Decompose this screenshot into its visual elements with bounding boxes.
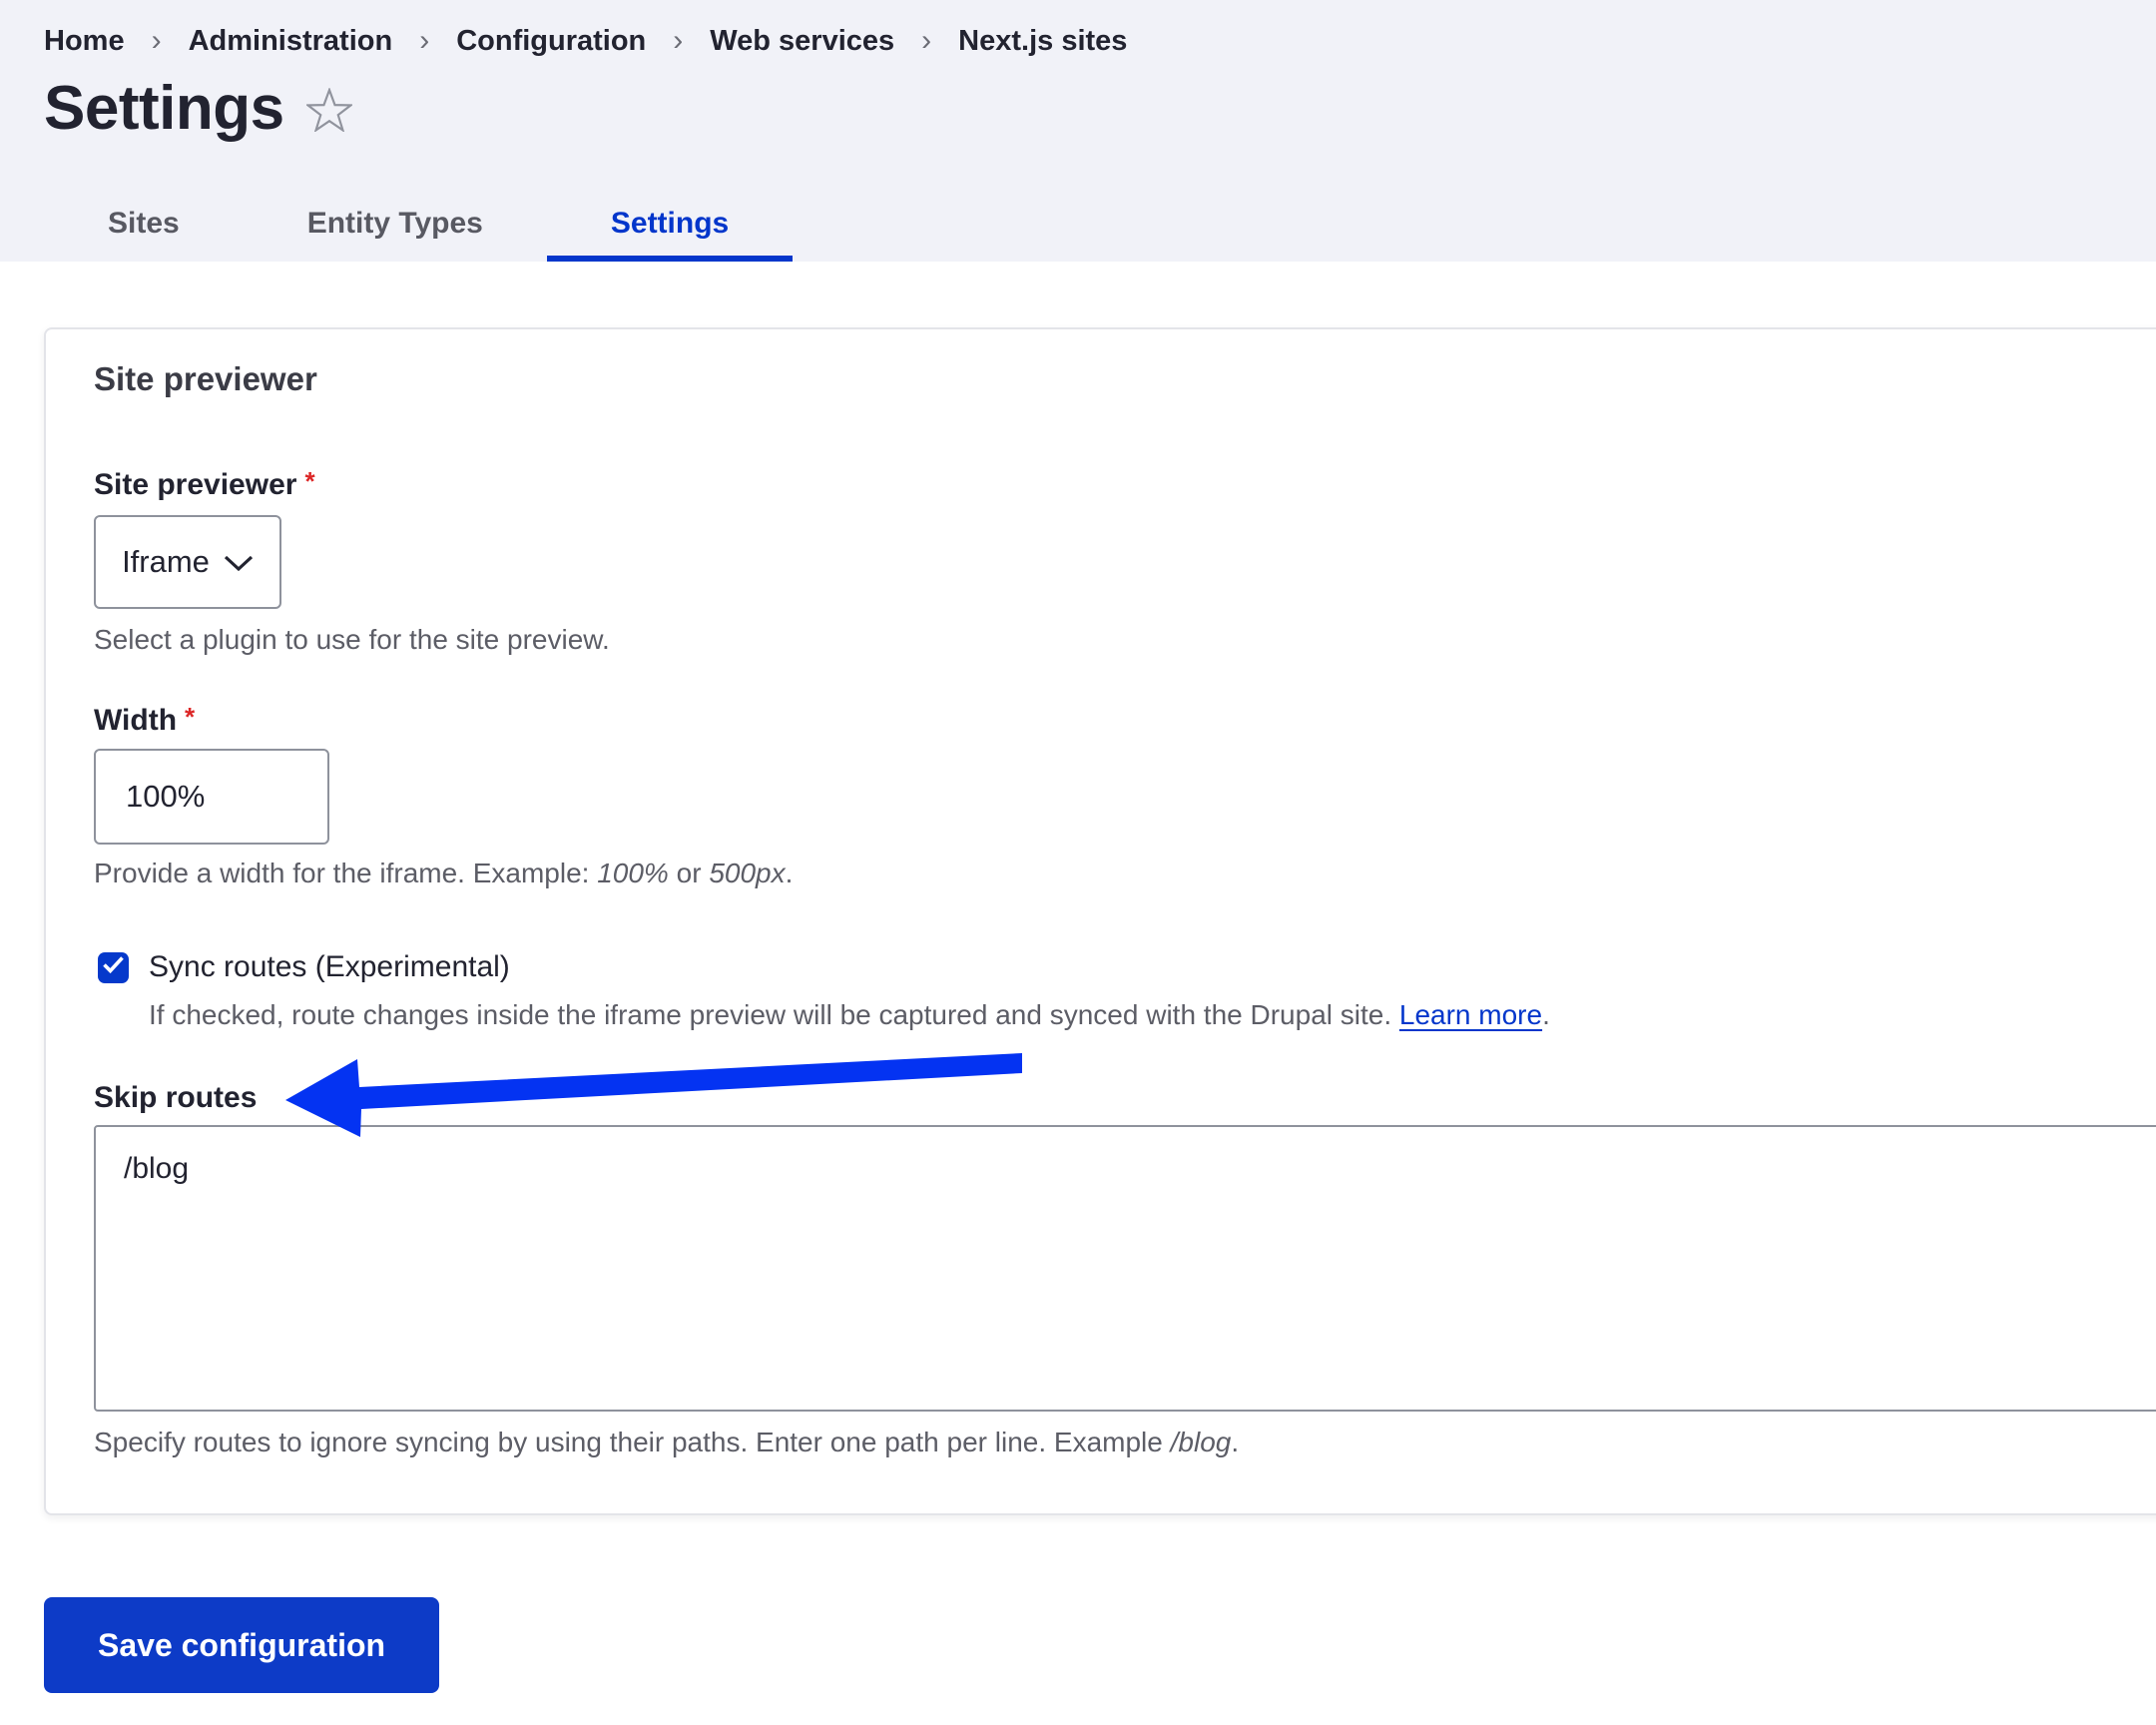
sync-routes-description: If checked, route changes inside the ifr… [149, 996, 2110, 1034]
checkmark-icon [102, 955, 125, 979]
site-previewer-label: Site previewer* [94, 465, 2110, 505]
skip-routes-label: Skip routes [94, 1078, 2110, 1118]
sync-routes-checkbox[interactable] [98, 952, 129, 983]
skip-routes-textarea[interactable]: /blog [94, 1125, 2156, 1412]
breadcrumb-separator-icon: › [921, 24, 931, 58]
breadcrumb-item-home[interactable]: Home [44, 24, 125, 58]
sync-routes-label[interactable]: Sync routes (Experimental) [149, 948, 510, 986]
required-marker: * [185, 702, 195, 732]
breadcrumb-item-configuration[interactable]: Configuration [456, 24, 646, 58]
site-previewer-description: Select a plugin to use for the site prev… [94, 621, 2110, 659]
breadcrumb-separator-icon: › [419, 24, 429, 58]
tab-sites[interactable]: Sites [44, 186, 244, 262]
breadcrumb-item-nextjs-sites[interactable]: Next.js sites [958, 24, 1127, 58]
width-input[interactable] [94, 749, 329, 845]
tab-entity-types[interactable]: Entity Types [244, 186, 547, 262]
skip-routes-description: Specify routes to ignore syncing by usin… [94, 1424, 2110, 1461]
chevron-down-icon [224, 544, 254, 580]
section-heading: Site previewer [94, 357, 2110, 401]
width-description: Provide a width for the iframe. Example:… [94, 855, 2110, 892]
tab-settings[interactable]: Settings [547, 186, 793, 262]
site-previewer-card: Site previewer Site previewer* Iframe Se… [44, 327, 2156, 1515]
site-previewer-select-value: Iframe [122, 544, 210, 580]
breadcrumb-item-administration[interactable]: Administration [189, 24, 393, 58]
breadcrumb: Home › Administration › Configuration › … [44, 24, 2156, 58]
breadcrumb-separator-icon: › [152, 24, 162, 58]
site-previewer-select[interactable]: Iframe [94, 515, 281, 609]
star-outline-icon[interactable] [306, 88, 352, 137]
page-title: Settings [44, 72, 284, 146]
required-marker: * [304, 466, 314, 496]
save-configuration-button[interactable]: Save configuration [44, 1597, 439, 1693]
breadcrumb-separator-icon: › [673, 24, 683, 58]
main-content: Site previewer Site previewer* Iframe Se… [0, 327, 2156, 1693]
tab-bar: Sites Entity Types Settings [44, 186, 2156, 262]
page-header: Home › Administration › Configuration › … [0, 0, 2156, 262]
breadcrumb-item-web-services[interactable]: Web services [710, 24, 894, 58]
width-label: Width* [94, 701, 2110, 741]
learn-more-link[interactable]: Learn more [1399, 999, 1542, 1030]
